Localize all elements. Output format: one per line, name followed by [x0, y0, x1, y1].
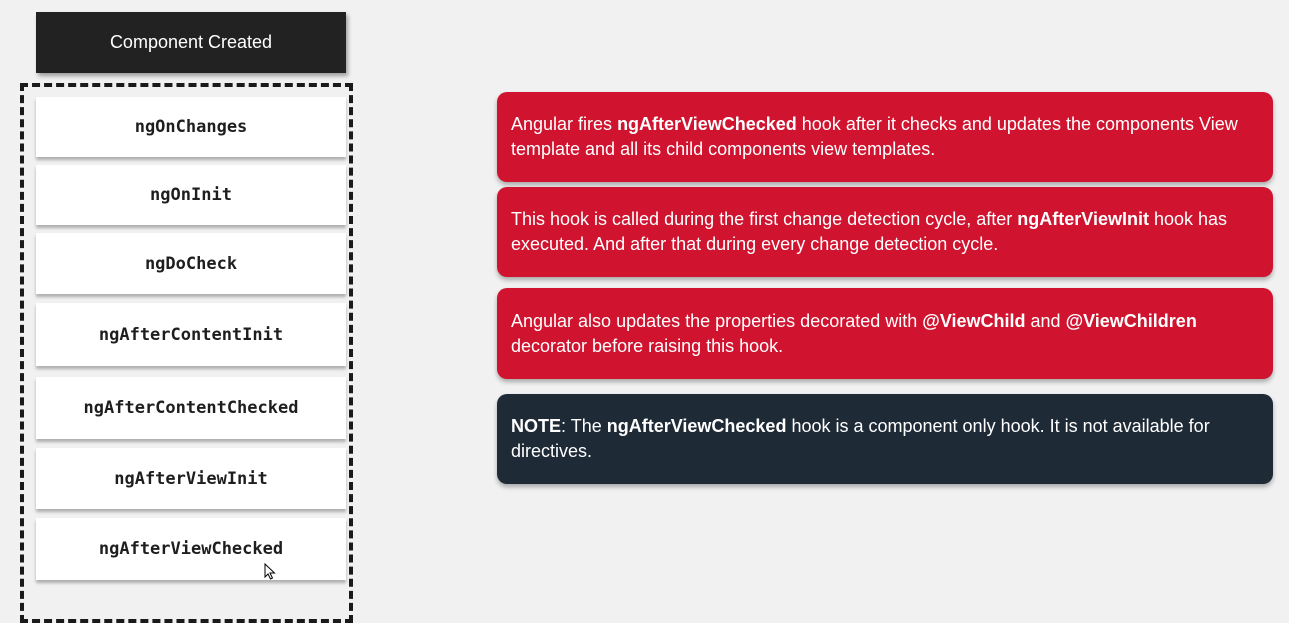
info-card-1: Angular fires ngAfterViewChecked hook af… — [497, 92, 1273, 182]
card-text-run: This hook is called during the first cha… — [511, 209, 1018, 229]
card-text-run: and — [1025, 310, 1066, 331]
hook-label: ngAfterContentInit — [98, 324, 284, 345]
hook-label: ngAfterContentChecked — [83, 398, 299, 418]
card-text-run: Angular fires — [511, 114, 618, 134]
info-card-3: Angular also updates the properties deco… — [497, 288, 1273, 379]
hook-label: ngDoCheck — [144, 253, 238, 274]
card-text-run: : The — [561, 416, 607, 436]
info-card-text: Angular fires ngAfterViewChecked hook af… — [511, 112, 1259, 162]
info-card-text: This hook is called during the first cha… — [511, 207, 1259, 257]
note-card-text: NOTE: The ngAfterViewChecked hook is a c… — [511, 414, 1259, 464]
hook-ngonchanges: ngOnChanges — [36, 97, 346, 157]
hook-ngdocheck: ngDoCheck — [36, 233, 346, 294]
card-text-run: decorator before raising this hook. — [511, 335, 784, 356]
card-text-emphasis: @ViewChildren — [1065, 310, 1197, 331]
card-text-emphasis: @ViewChild — [922, 310, 1026, 331]
hook-ngoninit: ngOnInit — [36, 165, 346, 225]
hook-ngaftercontentchecked: ngAfterContentChecked — [36, 377, 346, 439]
hook-label: ngOnChanges — [134, 117, 248, 137]
hook-label: ngAfterViewInit — [114, 468, 268, 489]
card-text-emphasis: NOTE — [511, 416, 562, 436]
component-created-box: Component Created — [36, 12, 346, 73]
component-created-label: Component Created — [109, 32, 273, 52]
card-text-run: Angular also updates the properties deco… — [511, 310, 923, 331]
info-card-2: This hook is called during the first cha… — [497, 187, 1273, 277]
card-text-emphasis: ngAfterViewInit — [1017, 209, 1149, 229]
hook-ngafterviewinit: ngAfterViewInit — [36, 448, 346, 509]
hook-ngafterviewchecked: ngAfterViewChecked — [36, 518, 346, 580]
card-text-emphasis: ngAfterViewChecked — [617, 114, 797, 134]
info-card-text: Angular also updates the properties deco… — [511, 309, 1259, 359]
hook-label: ngOnInit — [150, 185, 232, 205]
hook-ngaftercontentinit: ngAfterContentInit — [36, 303, 346, 366]
card-text-emphasis: ngAfterViewChecked — [606, 416, 787, 436]
hook-label: ngAfterViewChecked — [98, 539, 284, 559]
note-card: NOTE: The ngAfterViewChecked hook is a c… — [497, 394, 1273, 484]
mouse-pointer-icon — [264, 562, 276, 585]
